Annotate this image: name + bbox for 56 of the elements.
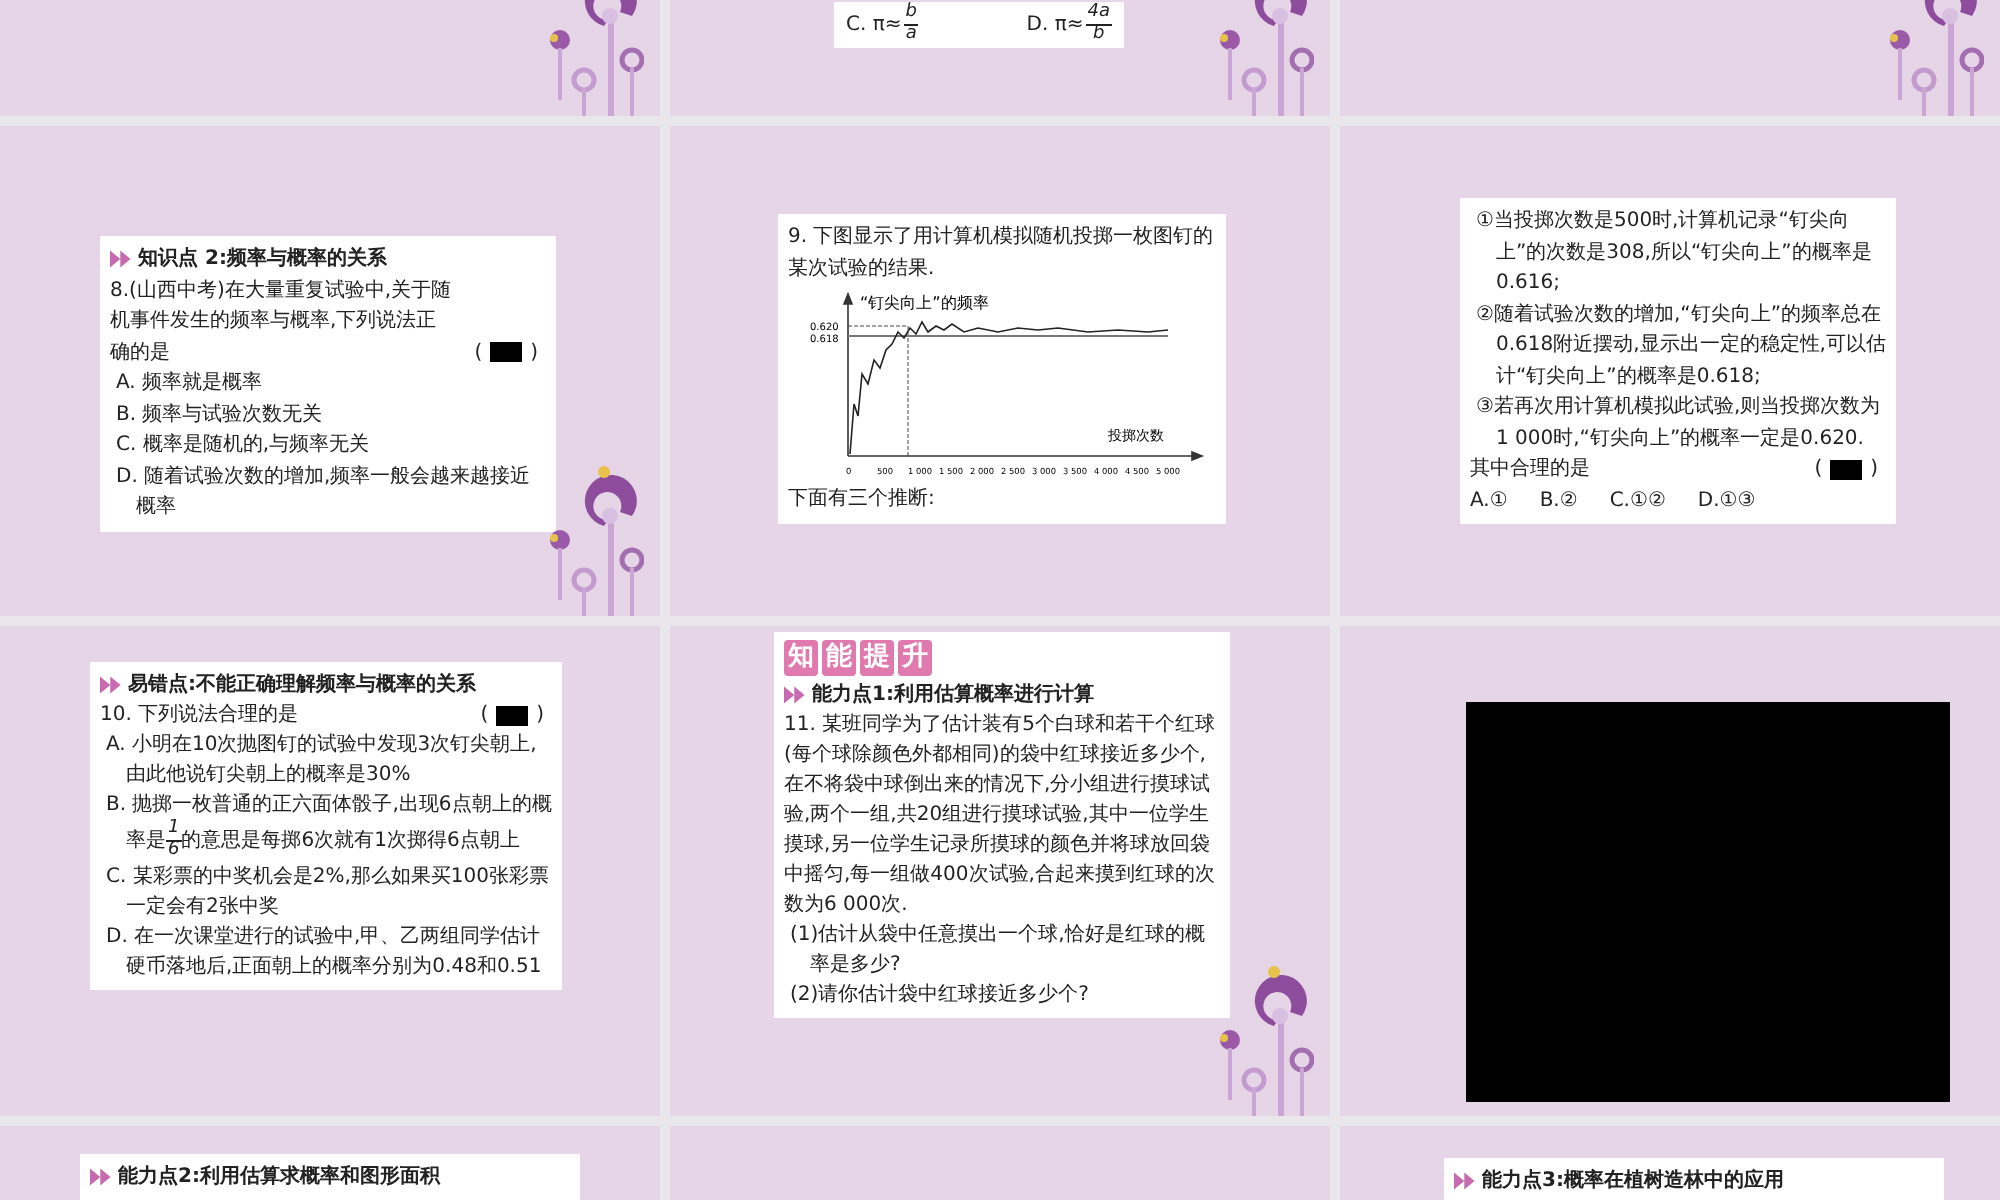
parenthesis: ) <box>1870 456 1878 484</box>
option-text: A. 频率就是概率 <box>114 369 265 398</box>
slide-thumbnail[interactable] <box>1340 626 2000 1116</box>
parenthesis: ) <box>536 702 544 730</box>
slide-thumbnail[interactable] <box>670 626 1330 1116</box>
slide-thumbnail[interactable]: 能力点3:概率在植树造林中的应用 <box>1340 1126 2000 1200</box>
option-text: C. 某彩票的中奖机会是2%,那么如果买100张彩票一定会有2张中奖 <box>104 863 551 922</box>
slide-thumbnail[interactable]: 知识点 2:频率与概率的关系 8.(山西中考)在大量重复试验中,关于随机事件发生的频率与概率,下列说法正确的是 ( ) A. 频率就是概率 B. 频率与试验次数无关 C. 概率是随机的,与频率无关 D. 随着试验次数的增加,频率一般会越来越接近概率 <box>0 126 660 616</box>
slide-thumbnail[interactable]: 能力点2:利用估算求概率和图形面积 <box>0 1126 660 1200</box>
double-arrow-icon <box>100 676 124 694</box>
option-text: (1)估计从袋中任意摸出一个球,恰好是红球的概率是多少? <box>788 921 1207 981</box>
question-text: 11. 某班同学为了估计装有5个白球和若干个红球(每个球除颜色外都相同)的袋中红球接近多少个,在不将袋中球倒出来的情况下,分小组进行摸球试验,两个一组,共20组进行摸球试验,其中一位学生摸球,另一位学生记录所摸球的颜色并将球放回袋中摇匀,每一组做400次试验,合起来摸到红球的次数为6 000次. <box>784 711 1217 921</box>
section-heading: 能力点3:概率在植树造林中的应用 <box>1482 1166 1784 1196</box>
option-text: ②随着试验次数的增加,“钉尖向上”的频率总在0.618附近摆动,显示出一定的稳定性,可以估计“钉尖向上”的概率是0.618; <box>1474 301 1886 391</box>
parenthesis: ( <box>474 339 483 367</box>
body-text: 下面有三个推断: <box>788 485 937 514</box>
banner-character: 升 <box>898 640 932 677</box>
banner-character: 能 <box>822 640 856 677</box>
double-arrow-icon <box>90 1168 114 1187</box>
banner-character: 提 <box>860 640 894 677</box>
option-text: D. 随着试验次数的增加,频率一般会越来越接近概率 <box>114 463 533 522</box>
option-text: C. 概率是随机的,与频率无关 <box>114 431 372 460</box>
option-text: (2)请你估计袋中红球接近多少个? <box>788 981 1091 1011</box>
choice-label: C.①② <box>1609 487 1666 515</box>
answer-mask <box>496 705 529 725</box>
fraction: b a <box>903 4 919 46</box>
answer-mask <box>490 342 523 363</box>
question-text: 其中合理的是 <box>1470 455 1592 484</box>
choice-label: D. π≈ <box>1026 11 1084 40</box>
parenthesis: ( <box>480 702 489 730</box>
choice-label: D.①③ <box>1697 487 1756 515</box>
option-text: B. 频率与试验次数无关 <box>114 401 325 429</box>
section-heading: 能力点2:利用估算求概率和图形面积 <box>118 1162 440 1192</box>
parenthesis: ( <box>1814 456 1823 484</box>
double-arrow-icon <box>784 686 808 705</box>
choice-label: C. π≈ <box>846 11 902 40</box>
choice-label: A.① <box>1470 487 1508 515</box>
question-text: 8.(山西中考)在大量重复试验中,关于随机事件发生的频率与概率,下列说法正确的是 <box>110 277 454 367</box>
option-text: ③若再次用计算机模拟此试验,则当投掷次数为1 000时,“钉尖向上”的概率一定是0.620. <box>1474 393 1883 453</box>
slide-thumbnail[interactable] <box>0 626 660 1116</box>
axis-label: “钉尖向上”的频率 <box>860 294 989 312</box>
slide-thumbnail[interactable]: ①当投掷次数是500时,计算机记录“钉尖向上”的次数是308,所以“钉尖向上”的概率是0.616; ②随着试验次数的增加,“钉尖向上”的频率总在0.618附近摆动,显示出一定的稳定性,可以估计“钉尖向上”的概率是0.618; ③若再次用计算机模拟此试验,则当投掷次数为1 000时,“钉尖向上”的概率一定是0.620. 其中合理的是 ( ) A.① B.② C.①② D.①③ <box>1340 126 2000 616</box>
option-text: D. 在一次课堂进行的试验中,甲、乙两组同学估计硬币落地后,正面朝上的概率分别为0.48和0.51 <box>104 923 544 982</box>
double-arrow-icon <box>110 250 134 269</box>
section-heading: 易错点:不能正确理解频率与概率的关系 <box>128 670 476 700</box>
option-text: ①当投掷次数是500时,计算机记录“钉尖向上”的次数是308,所以“钉尖向上”的概率是0.616; <box>1474 207 1874 298</box>
double-arrow-icon <box>1454 1172 1478 1191</box>
question-text: 9. 下图显示了用计算机模拟随机投掷一枚图钉的某次试验的结果. <box>788 223 1216 283</box>
choice-label: B.② <box>1539 487 1578 515</box>
answer-mask <box>1830 459 1863 480</box>
banner-character: 知 <box>784 640 818 677</box>
section-heading: 能力点1:利用估算概率进行计算 <box>812 680 1094 711</box>
section-heading: 知识点 2:频率与概率的关系 <box>138 244 387 274</box>
parenthesis: ) <box>530 339 538 367</box>
option-text: A. 小明在10次抛图钉的试验中发现3次钉尖朝上,由此他说钉尖朝上的概率是30% <box>104 731 539 790</box>
question-text: 10. 下列说法合理的是 <box>100 701 301 730</box>
